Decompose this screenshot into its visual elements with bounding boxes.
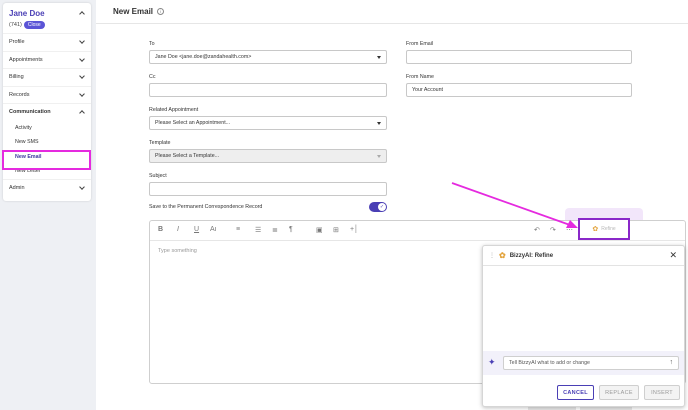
template-value: Please Select a Template... — [155, 153, 220, 159]
related-appointment-value: Please Select an Appointment... — [155, 120, 231, 126]
sidebar-item-label: Admin — [9, 184, 25, 191]
sidebar-item-profile[interactable]: Profile — [3, 33, 91, 51]
check-icon: ✓ — [378, 203, 386, 211]
sidebar-item-label: Appointments — [9, 56, 43, 63]
ask-placeholder: Tell BizzyAI what to add or change — [509, 360, 590, 366]
chevron-down-icon — [79, 55, 85, 62]
to-label: To — [149, 41, 155, 47]
caret-down-icon — [377, 122, 381, 125]
user-block: Jane Doe (741) Close — [3, 3, 91, 33]
user-id: (741) — [9, 22, 22, 28]
cancel-button[interactable]: CANCEL — [557, 385, 594, 400]
undo-icon[interactable]: ↶ — [534, 226, 540, 234]
panel-body — [483, 266, 684, 350]
sidebar-item-label: Records — [9, 91, 30, 98]
to-select[interactable]: Jane Doe <jane.doe@zandahealth.com> — [149, 50, 387, 64]
font-size-icon[interactable]: Aı — [210, 226, 217, 233]
new-email-highlight — [2, 150, 91, 170]
replace-button[interactable]: REPLACE — [599, 385, 639, 400]
from-name-value: Your Account — [412, 87, 444, 93]
caret-down-icon — [377, 155, 381, 158]
panel-header: ⋮ ✿ BizzyAI: Refine ✕ — [483, 246, 684, 266]
subject-label: Subject — [149, 173, 167, 179]
sidebar-item-communication[interactable]: Communication — [3, 103, 91, 121]
subject-input[interactable] — [149, 182, 387, 196]
list-icon[interactable]: ☰ — [255, 226, 261, 234]
info-icon[interactable]: i — [157, 8, 165, 15]
send-arrow-icon[interactable]: ↑ — [670, 359, 674, 366]
chevron-down-icon — [79, 183, 85, 190]
sidebar-item-label: Billing — [9, 74, 24, 81]
from-name-label: From Name — [406, 74, 434, 80]
sidebar-item-records[interactable]: Records — [3, 85, 91, 104]
bee-icon: ✿ — [592, 226, 599, 233]
cc-label: Cc — [149, 74, 156, 80]
related-appointment-label: Related Appointment — [149, 107, 199, 113]
sidebar-item-billing[interactable]: Billing — [3, 68, 91, 86]
drag-handle-icon[interactable]: ⋮ — [489, 252, 495, 259]
chevron-down-icon — [79, 73, 85, 80]
user-sub: (741) Close — [9, 21, 85, 29]
from-email-label: From Email — [406, 41, 434, 47]
refine-button[interactable]: ✿ Refine — [578, 218, 630, 240]
chevron-up-icon — [79, 110, 85, 117]
from-email-input[interactable] — [406, 50, 632, 64]
sidebar-item-label: Profile — [9, 39, 25, 46]
sparkle-icon: ✦ — [488, 357, 496, 367]
image-icon[interactable]: ▣ — [316, 226, 323, 234]
sidebar-item-admin[interactable]: Admin — [3, 178, 91, 197]
italic-icon[interactable]: I — [177, 226, 179, 233]
more-icon[interactable]: ⋯ — [566, 226, 573, 234]
ask-bizzyai-input[interactable]: Tell BizzyAI what to add or change ↑ — [503, 356, 679, 370]
refine-label: Refine — [601, 226, 616, 232]
caret-down-icon — [377, 56, 381, 59]
underline-icon[interactable]: U — [194, 226, 199, 233]
from-name-input[interactable]: Your Account — [406, 83, 632, 97]
bold-icon[interactable]: B — [158, 226, 163, 233]
insert-button[interactable]: INSERT — [644, 385, 680, 400]
patient-sidebar: Jane Doe (741) Close Profile Appointment… — [3, 3, 91, 201]
editor-placeholder[interactable]: Type something — [158, 248, 197, 254]
indent-icon[interactable]: ≣ — [272, 226, 278, 234]
redo-icon[interactable]: ↷ — [550, 226, 556, 234]
panel-title: BizzyAI: Refine — [509, 252, 554, 259]
chevron-down-icon — [79, 90, 85, 97]
cc-input[interactable] — [149, 83, 387, 97]
bizzyai-refine-panel: ⋮ ✿ BizzyAI: Refine ✕ ✦ Tell BizzyAI wha… — [482, 245, 685, 407]
page-header: New Email i — [96, 0, 688, 24]
template-label: Template — [149, 140, 171, 146]
align-icon[interactable]: ≡ — [236, 226, 240, 233]
user-name[interactable]: Jane Doe — [9, 9, 85, 18]
sidebar-subitem-activity[interactable]: Activity — [3, 121, 91, 136]
save-record-label: Save to the Permanent Correspondence Rec… — [149, 204, 263, 210]
save-record-toggle[interactable]: ✓ — [369, 202, 387, 212]
sidebar-item-appointments[interactable]: Appointments — [3, 50, 91, 69]
ask-row: ✦ Tell BizzyAI what to add or change ↑ — [483, 351, 684, 375]
sidebar-item-label: Communication — [9, 109, 51, 116]
paragraph-icon[interactable]: ¶ — [289, 226, 293, 233]
to-value: Jane Doe <jane.doe@zandahealth.com> — [155, 54, 252, 60]
close-badge-button[interactable]: Close — [23, 21, 45, 29]
chevron-down-icon — [79, 38, 85, 45]
related-appointment-select[interactable]: Please Select an Appointment... — [149, 116, 387, 130]
close-icon[interactable]: ✕ — [669, 250, 677, 261]
insert-icon[interactable]: +│ — [350, 226, 358, 233]
template-select[interactable]: Please Select a Template... — [149, 149, 387, 163]
bee-icon: ✿ — [499, 251, 506, 260]
table-icon[interactable]: ⊞ — [333, 226, 339, 234]
sidebar-subitem-new-sms[interactable]: New SMS — [3, 135, 91, 150]
page-title: New Email — [113, 7, 154, 16]
